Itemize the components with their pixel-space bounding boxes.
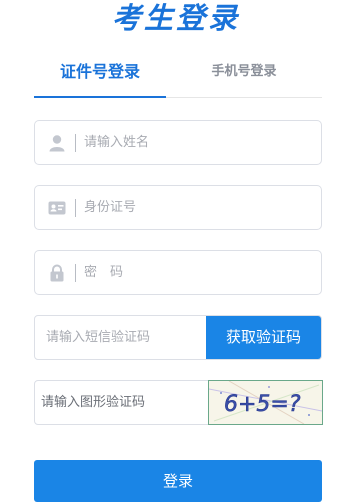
login-tabs: 证件号登录 手机号登录: [34, 58, 322, 98]
id-number-field[interactable]: 身份证号: [34, 185, 322, 230]
captcha-field[interactable]: 请输入图形验证码 6+5=?: [34, 380, 323, 425]
tab-phone-login[interactable]: 手机号登录: [166, 58, 322, 98]
user-icon: [47, 133, 67, 153]
captcha-input[interactable]: 请输入图形验证码: [41, 381, 145, 424]
password-input[interactable]: 密 码: [84, 251, 304, 294]
name-input[interactable]: 请输入姓名: [84, 121, 304, 164]
captcha-image[interactable]: 6+5=?: [208, 380, 323, 425]
id-card-icon: [47, 198, 67, 218]
sms-code-field[interactable]: 请输入短信验证码 获取验证码: [34, 315, 322, 360]
id-number-input[interactable]: 身份证号: [84, 186, 304, 229]
tab-id-login[interactable]: 证件号登录: [34, 58, 166, 98]
sms-code-input[interactable]: 请输入短信验证码: [46, 316, 150, 359]
field-separator: [75, 199, 76, 217]
get-sms-code-button[interactable]: 获取验证码: [206, 316, 321, 359]
field-separator: [75, 134, 76, 152]
password-field[interactable]: 密 码: [34, 250, 322, 295]
captcha-text: 6+5=?: [224, 392, 301, 417]
lock-icon: [47, 263, 67, 283]
field-separator: [75, 264, 76, 282]
page-title: 考生登录: [111, 1, 240, 35]
login-button[interactable]: 登录: [34, 460, 322, 502]
name-field[interactable]: 请输入姓名: [34, 120, 322, 165]
